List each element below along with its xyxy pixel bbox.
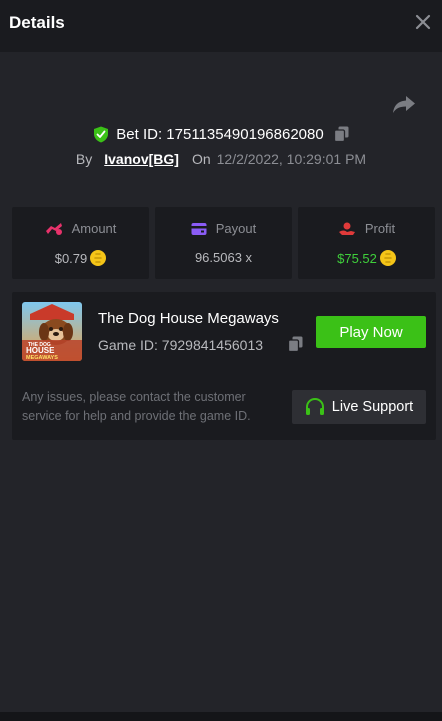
play-now-button[interactable]: Play Now [316,316,426,348]
live-support-label: Live Support [331,399,414,415]
shield-check-icon [94,126,109,142]
header-bar: Details [0,0,442,52]
payout-label: Payout [215,221,257,236]
profit-label: Profit [364,221,396,236]
headset-icon [305,398,324,415]
share-icon[interactable] [392,94,416,114]
game-id: Game ID: 7929841456013 [98,337,264,353]
amount-value: $0.79 [54,250,88,266]
thumb-text-2: HOUSE [26,346,55,355]
profit-value: $75.52 [337,250,377,266]
wallet-icon [191,222,207,235]
amount-icon [45,222,62,235]
game-name: The Dog House Megaways [98,310,279,327]
amount-label: Amount [71,221,117,236]
live-support-button[interactable]: Live Support [292,390,426,424]
coin-icon [90,250,107,266]
bet-id-row: Bet ID: 1751135490196862080 [0,123,442,145]
on-label: On [191,151,211,167]
game-thumbnail[interactable]: THE DOG HOUSE MEGAWAYS [22,302,82,361]
bet-meta-row: By Ivanov[BG] On 12/2/2022, 10:29:01 PM [0,149,442,169]
user-link[interactable]: Ivanov[BG] [104,151,179,167]
profit-icon [338,222,355,235]
stat-amount: Amount $0.79 [12,207,149,279]
page-title: Details [9,13,65,32]
stat-payout: Payout 96.5063 x [155,207,292,279]
stat-profit: Profit $75.52 [298,207,435,279]
stats-row: Amount $0.79 Payout 96.5063 x Profit $75… [12,207,435,279]
coin-icon [379,250,396,266]
copy-icon[interactable] [288,336,303,352]
by-label: By [75,151,93,167]
close-icon[interactable] [414,13,432,31]
bet-date: 12/2/2022, 10:29:01 PM [216,151,367,167]
copy-icon[interactable] [333,126,349,142]
support-text: Any issues, please contact the customer … [22,390,251,423]
thumb-text-3: MEGAWAYS [26,355,58,361]
bottom-bar [0,712,442,721]
game-card: THE DOG HOUSE MEGAWAYS The Dog House Meg… [12,292,436,440]
bet-id: Bet ID: 1751135490196862080 [116,125,324,143]
payout-value: 96.5063 x [194,250,253,265]
